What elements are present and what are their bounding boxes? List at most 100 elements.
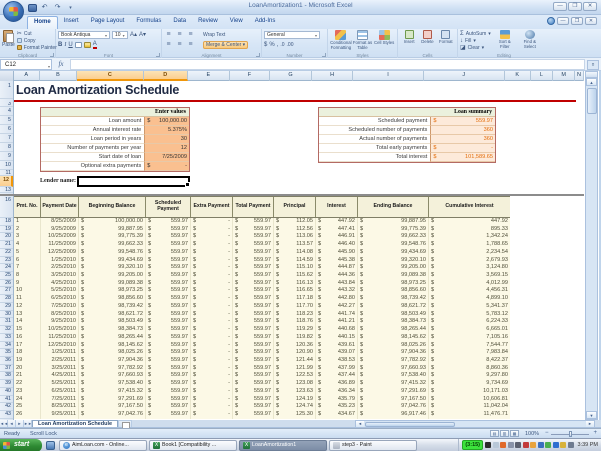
ribbon-tab-view[interactable]: View [224, 16, 249, 29]
format-painter-button[interactable]: Format Painter [17, 44, 57, 51]
sheet-tab-loan-amortization-schedule[interactable]: Loan Amortization Schedule [32, 420, 118, 427]
row-header-20[interactable]: 20 [0, 233, 13, 241]
messenger-icon[interactable] [545, 442, 551, 448]
font-family-select[interactable]: Book Antiqua▾ [58, 31, 110, 39]
row-header-19[interactable]: 19 [0, 226, 13, 234]
panel-row-value[interactable]: 360 [430, 135, 495, 144]
table-row[interactable]: 236/25/2011$97,415.32$559.97$-$559.97$12… [14, 388, 510, 396]
ribbon-tab-page-layout[interactable]: Page Layout [85, 16, 131, 29]
warning-icon[interactable] [485, 442, 491, 448]
zoom-level[interactable]: 100% [525, 431, 539, 437]
table-row[interactable]: 411/25/2009$99,662.33$559.97$-$559.97$11… [14, 241, 510, 249]
column-header-E[interactable]: E [188, 71, 230, 81]
autosum-button[interactable]: ΣAutoSum ▾ [460, 30, 491, 37]
row-header-13[interactable]: 13 [0, 187, 13, 193]
last-sheet-icon[interactable]: ►► [24, 420, 32, 427]
normal-view-icon[interactable]: ▤ [490, 430, 499, 437]
format-as-table-button[interactable]: Format as Table [352, 30, 374, 50]
table-row[interactable]: 127/25/2010$98,739.42$559.97$-$559.97$11… [14, 303, 510, 311]
previous-sheet-icon[interactable]: ◄ [8, 420, 16, 427]
shrink-font-icon[interactable]: A▾ [139, 31, 146, 39]
row-header-16[interactable]: 16 [0, 196, 13, 218]
column-header-A[interactable]: A [14, 71, 40, 81]
row-header-9[interactable]: 9 [0, 152, 13, 161]
table-row[interactable]: 149/25/2010$98,503.49$559.97$-$559.97$11… [14, 318, 510, 326]
volume-icon[interactable] [568, 442, 574, 448]
clipboard-dialog-launcher[interactable] [50, 53, 54, 57]
row-header-5[interactable]: 5 [0, 116, 13, 125]
row-header-30[interactable]: 30 [0, 311, 13, 319]
bluetooth-icon[interactable] [553, 442, 559, 448]
panel-row-value[interactable]: $- [430, 144, 495, 153]
cut-button[interactable]: ✂Cut [17, 30, 57, 37]
display-icon[interactable] [560, 442, 566, 448]
clock-icon[interactable] [493, 442, 499, 448]
paste-button[interactable]: Paste [2, 30, 15, 51]
table-row[interactable]: 214/25/2011$97,660.93$559.97$-$559.97$12… [14, 372, 510, 380]
page-break-view-icon[interactable]: ▦ [510, 430, 519, 437]
ribbon-tab-home[interactable]: Home [27, 16, 58, 29]
insert-cells-button[interactable]: Insert [400, 30, 418, 45]
usb-icon[interactable] [515, 442, 521, 448]
row-header-6[interactable]: 6 [0, 125, 13, 134]
align-right-icon[interactable]: ≡ [186, 41, 195, 49]
row-header-24[interactable]: 24 [0, 264, 13, 272]
comma-style-icon[interactable]: , [277, 41, 279, 49]
decrease-decimal-icon[interactable]: .00 [287, 42, 294, 48]
borders-icon[interactable] [75, 42, 82, 48]
delete-cells-button[interactable]: Delete [418, 30, 436, 45]
selected-cell-c12[interactable] [77, 176, 190, 187]
font-size-select[interactable]: 10▾ [112, 31, 128, 39]
column-header-I[interactable]: I [353, 71, 423, 81]
alignment-dialog-launcher[interactable] [256, 53, 260, 57]
row-header-36[interactable]: 36 [0, 357, 13, 365]
office-button[interactable] [3, 1, 24, 22]
row-header-42[interactable]: 42 [0, 403, 13, 411]
column-header-K[interactable]: K [505, 71, 531, 81]
table-row[interactable]: 1611/25/2010$98,265.44$559.97$-$559.97$1… [14, 334, 510, 342]
accounting-format-icon[interactable]: $ [264, 41, 267, 49]
start-button[interactable]: start [0, 439, 42, 451]
row-header-33[interactable]: 33 [0, 334, 13, 342]
next-sheet-icon[interactable]: ► [16, 420, 24, 427]
quick-launch-icon[interactable] [46, 441, 55, 450]
panel-row-value[interactable]: 5.375% [144, 126, 189, 135]
zoom-thumb[interactable] [569, 431, 572, 437]
increase-decimal-icon[interactable]: .0 [280, 42, 284, 48]
row-header-1[interactable]: 1 [0, 82, 13, 99]
taskbar-button-aimloan-com-online[interactable]: eAimLoan.com - Online... [59, 440, 147, 451]
ball-icon[interactable] [500, 442, 506, 448]
row-header-43[interactable]: 43 [0, 411, 13, 419]
table-row[interactable]: 192/25/2011$97,904.36$559.97$-$559.97$12… [14, 357, 510, 365]
row-header-23[interactable]: 23 [0, 257, 13, 265]
column-header-J[interactable]: J [424, 71, 505, 81]
row-header-29[interactable]: 29 [0, 303, 13, 311]
align-left-icon[interactable]: ≡ [164, 41, 173, 49]
row-header-39[interactable]: 39 [0, 380, 13, 388]
row-header-28[interactable]: 28 [0, 295, 13, 303]
table-row[interactable]: 29/25/2009$99,887.95$559.97$-$559.97$112… [14, 226, 510, 234]
row-header-26[interactable]: 26 [0, 280, 13, 288]
row-header-35[interactable]: 35 [0, 349, 13, 357]
ribbon-tab-data[interactable]: Data [167, 16, 192, 29]
scroll-left-icon[interactable]: ◄ [356, 421, 364, 427]
insert-function-button[interactable]: fx [52, 60, 70, 68]
zoom-in-icon[interactable]: + [593, 431, 597, 436]
panel-row-value[interactable]: $559.97 [430, 117, 495, 126]
table-row[interactable]: 83/25/2010$99,205.00$559.97$-$559.97$115… [14, 272, 510, 280]
formula-input[interactable] [70, 59, 585, 70]
table-row[interactable]: 138/25/2010$98,621.72$559.97$-$559.97$11… [14, 311, 510, 319]
row-header-37[interactable]: 37 [0, 365, 13, 373]
find-select-button[interactable]: Find & Select [519, 30, 541, 51]
antivirus-icon[interactable] [523, 442, 529, 448]
close-button[interactable]: ✕ [583, 2, 597, 11]
workbook-restore-button[interactable]: ❐ [571, 17, 583, 25]
workbook-close-button[interactable]: ✕ [585, 17, 597, 25]
row-header-18[interactable]: 18 [0, 218, 13, 226]
clear-button[interactable]: ◪Clear ▾ [460, 44, 491, 51]
italic-button[interactable]: I [64, 41, 66, 49]
column-header-N[interactable]: N [575, 71, 584, 81]
table-row[interactable]: 181/25/2011$98,025.26$559.97$-$559.97$12… [14, 349, 510, 357]
insert-worksheet-tab[interactable] [118, 420, 132, 427]
panel-row-value[interactable]: 360 [430, 126, 495, 135]
